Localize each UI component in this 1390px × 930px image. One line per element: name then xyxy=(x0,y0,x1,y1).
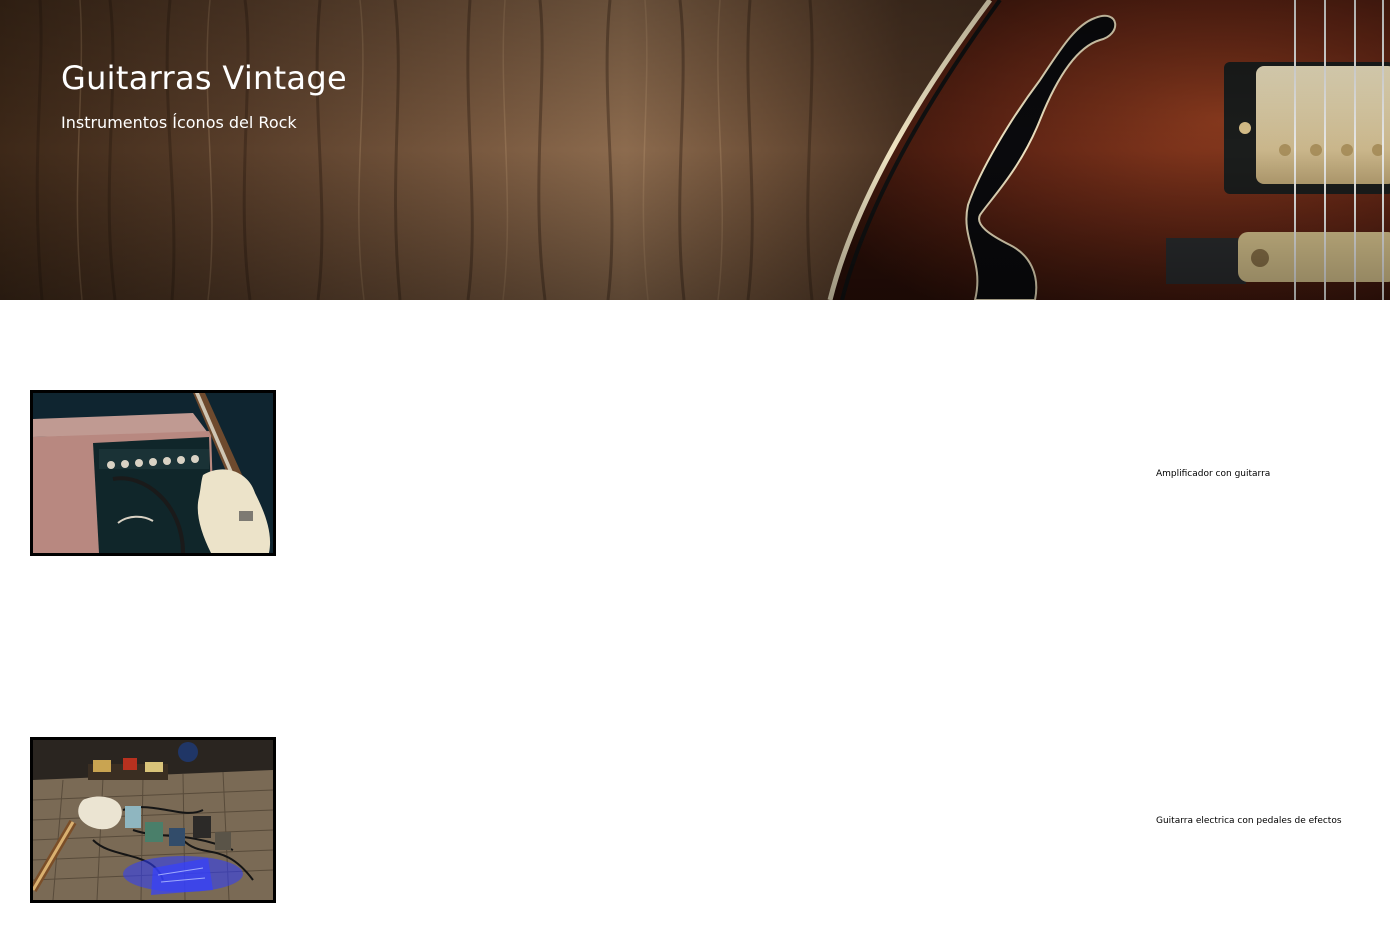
guitar-pedals-image xyxy=(33,740,273,900)
gallery-item: Amplificador con guitarra xyxy=(0,390,1390,556)
amplifier-guitar-image xyxy=(33,393,273,553)
hero-banner: Guitarras Vintage Instrumentos Íconos de… xyxy=(0,0,1390,300)
gallery-item: Guitarra electrica con pedales de efecto… xyxy=(0,737,1390,903)
page-subtitle: Instrumentos Íconos del Rock xyxy=(61,113,297,132)
gallery-thumbnail[interactable] xyxy=(30,737,276,903)
gallery-caption: Amplificador con guitarra xyxy=(1156,469,1271,479)
gallery-thumbnail[interactable] xyxy=(30,390,276,556)
page-title: Guitarras Vintage xyxy=(61,59,347,97)
gallery-caption: Guitarra electrica con pedales de efecto… xyxy=(1156,816,1342,826)
guitar-on-wood-image xyxy=(0,0,1390,300)
